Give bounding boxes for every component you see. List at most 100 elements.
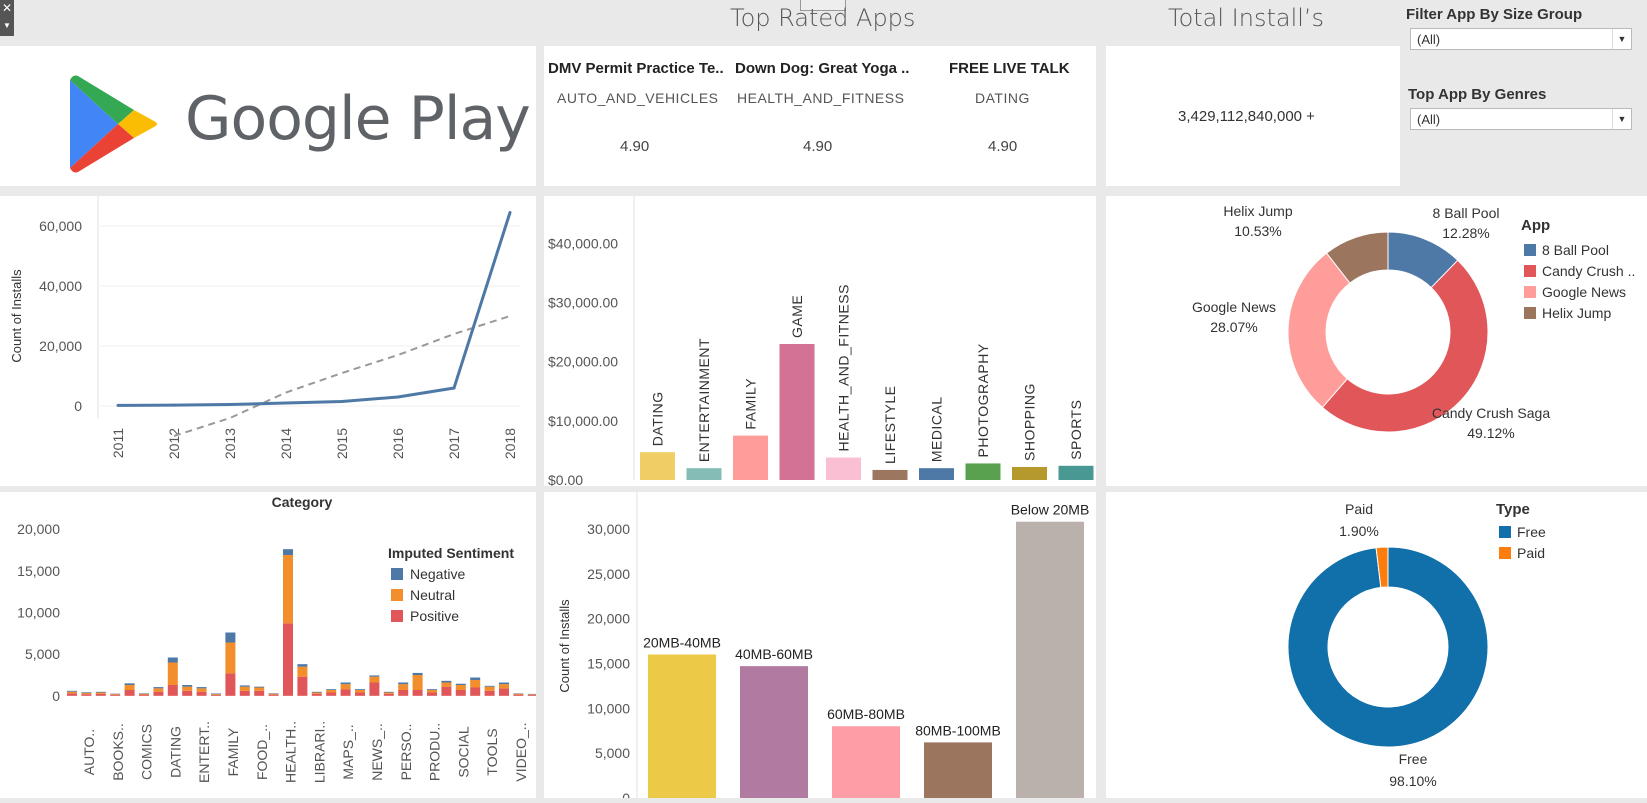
app-donut-chart: 8 Ball Pool12.28%Candy Crush Saga49.12%G… [1106,196,1647,486]
slice-label: Candy Crush Saga [1432,405,1551,421]
stacked-bar-segment [153,688,163,691]
stacked-bar-segment [312,693,322,694]
app-rating: 4.90 [620,138,649,155]
legend-label: Negative [410,566,465,582]
bar [826,458,861,480]
stacked-bar-segment [225,643,235,674]
stacked-bar-segment [254,688,264,691]
stacked-bar-segment [110,695,120,696]
stacked-bar-segment [96,693,106,694]
stacked-bar-segment [384,693,394,694]
legend-swatch [1499,526,1511,538]
stacked-bar-segment [413,675,423,690]
legend-title: App [1521,217,1550,234]
y-axis-label: Count of Installs [9,269,24,363]
stacked-bar-segment [182,685,192,687]
bar-label: 40MB-60MB [735,646,813,662]
stacked-bar-segment [528,695,536,696]
close-control[interactable]: ✕▼ [0,0,14,36]
legend-label: Helix Jump [1542,305,1611,321]
size-filter-select[interactable]: (All) ▼ [1410,28,1632,50]
x-tick-label: MAPS_.. [340,724,356,779]
app-name: DMV Permit Practice Te.. [548,60,724,77]
legend-label: Positive [410,608,459,624]
installs-line-chart: 020,00040,00060,000201120122013201420152… [0,196,536,486]
stacked-bar-segment [269,695,279,696]
data-point [117,404,120,407]
x-tick-label: PERSO.. [398,724,414,781]
x-tick-label: 2015 [334,428,350,459]
stacked-bar-segment [384,694,394,696]
data-point [397,396,400,399]
stacked-bar-segment [254,687,264,688]
stacked-bar-segment [398,683,408,685]
bar-label: FAMILY [743,378,759,430]
stacked-bar-segment [427,693,437,696]
legend-label: 8 Ball Pool [1542,242,1609,258]
slice-label: 8 Ball Pool [1433,205,1500,221]
stacked-bar-segment [398,690,408,696]
stacked-bar-segment [269,694,279,695]
stacked-bar-segment [182,691,192,696]
y-tick-label: 15,000 [17,563,60,579]
donut-slice [1288,253,1350,407]
bar-label: ENTERTAINMENT [696,338,712,462]
bar-label: MEDICAL [929,396,945,462]
legend-swatch [391,610,403,622]
stacked-bar-segment [240,687,250,691]
app-name: FREE LIVE TALK [949,60,1070,77]
x-tick-label: SOCIAL [455,726,471,778]
x-tick-label: BOOKS.. [110,723,126,781]
bar-label: DATING [650,391,666,446]
bar [966,463,1001,480]
total-installs-panel: 3,429,112,840,000 + [1106,46,1400,186]
stacked-bar-segment [499,684,509,688]
stacked-bar-segment [312,694,322,696]
genre-filter-select[interactable]: (All) ▼ [1410,108,1632,130]
close-icon: ✕ [2,1,12,15]
bar [648,654,716,798]
google-play-logo-text: Google Play [185,84,530,154]
stacked-bar-segment [67,691,77,692]
stacked-bar-segment [269,693,279,694]
y-tick-label: 5,000 [25,646,60,662]
slice-label: Google News [1192,299,1276,315]
stacked-bar-segment [225,633,235,643]
bar [1059,466,1094,480]
app-donut-panel: 8 Ball Pool12.28%Candy Crush Saga49.12%G… [1106,196,1647,486]
data-point [453,387,456,390]
stacked-bar-segment [283,623,293,696]
legend-swatch [1524,286,1536,298]
stacked-bar-segment [355,690,365,693]
y-tick-label: 0 [622,790,630,798]
x-tick-label: PRODU.. [427,723,443,781]
x-tick-label: NEWS_.. [369,723,385,781]
stacked-bar-segment [470,678,480,681]
slice-percent: 28.07% [1210,319,1257,335]
stacked-bar-segment [96,692,106,693]
legend-label: Google News [1542,284,1626,300]
stacked-bar-segment [197,687,207,688]
stacked-bar-segment [297,667,307,677]
stacked-bar-segment [139,693,149,694]
stacked-bar-segment [81,692,91,693]
x-tick-label: DATING [167,726,183,778]
stacked-bar-segment [427,689,437,690]
bar [1016,522,1084,798]
chevron-down-icon: ▼ [1612,29,1631,49]
stacked-bar-segment [283,549,293,555]
slice-percent: 49.12% [1467,425,1514,441]
stacked-bar-segment [312,692,322,693]
google-play-icon [66,74,166,174]
slice-percent: 10.53% [1234,223,1281,239]
legend-swatch [1499,547,1511,559]
stacked-bar-segment [283,555,293,623]
bar-label: HEALTH_AND_FITNESS [836,284,852,451]
y-tick-label: $0.00 [548,472,583,486]
stacked-bar-segment [168,663,178,686]
stacked-bar-segment [456,690,466,696]
stacked-bar-segment [139,695,149,696]
slice-percent: 1.90% [1339,523,1379,539]
bar-label: 80MB-100MB [915,722,1001,738]
legend-label: Paid [1517,545,1545,561]
